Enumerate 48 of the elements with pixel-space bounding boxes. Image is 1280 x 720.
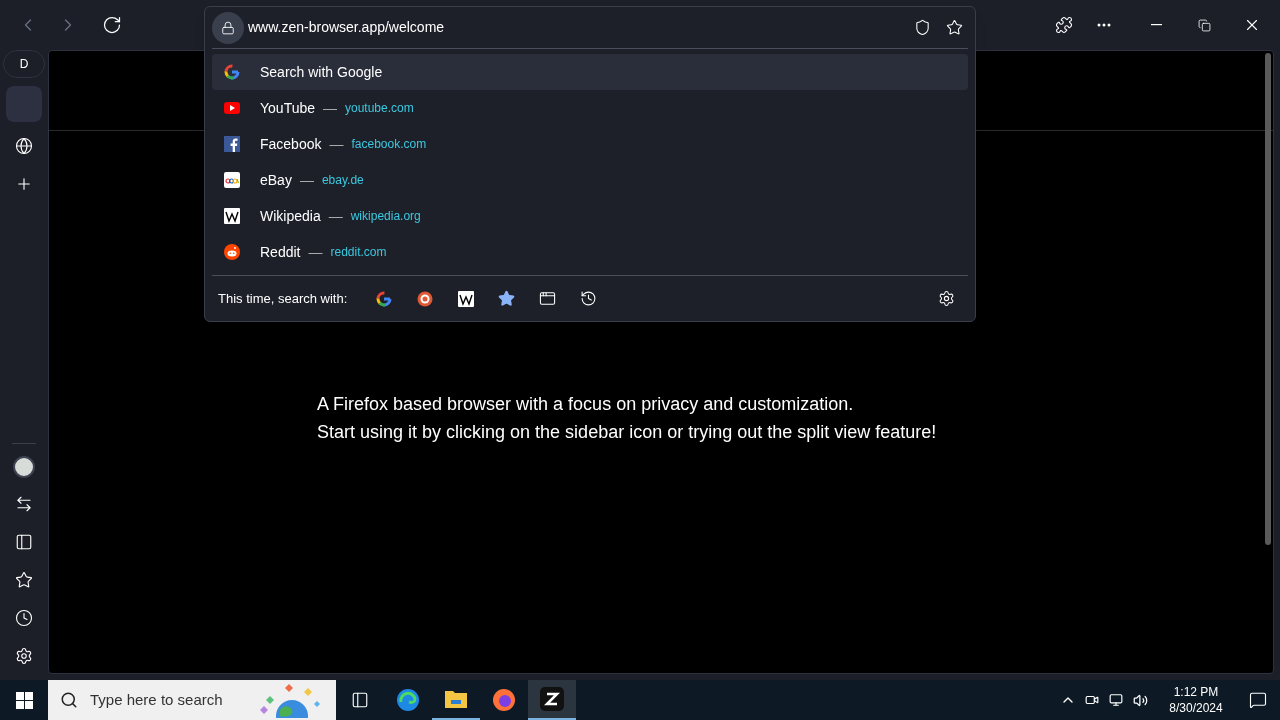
- windows-logo-icon: [15, 691, 33, 709]
- alien-logo-icon: [224, 244, 240, 260]
- ebay-logo-icon: [224, 172, 240, 188]
- suggestion-item[interactable]: YouTube — youtube.com: [212, 90, 968, 126]
- play-logo-icon: [224, 102, 240, 114]
- suggestion-item[interactable]: Reddit — reddit.com: [212, 234, 968, 270]
- history-icon: [580, 290, 598, 307]
- star-icon: [498, 290, 516, 307]
- shield-icon: [913, 19, 931, 36]
- search-icon: [60, 691, 78, 709]
- minimize-icon: [1150, 24, 1162, 26]
- taskbar-search-placeholder: Type here to search: [90, 689, 224, 710]
- suggestion-item[interactable]: Search with Google: [212, 54, 968, 90]
- star-icon: [945, 19, 963, 36]
- zen-taskbar-icon[interactable]: [528, 680, 576, 720]
- window-icon: [539, 290, 557, 307]
- puzzle-icon: [1055, 16, 1073, 34]
- plus-icon: [15, 175, 33, 193]
- intro-text: A Firefox based browser with a focus on privacy and customization.: [317, 393, 855, 416]
- settings-icon: [937, 290, 955, 307]
- f-logo-icon: [224, 136, 240, 152]
- lock-icon: [221, 20, 235, 35]
- more-icon: [1097, 23, 1111, 27]
- duck-logo-icon: [416, 290, 433, 307]
- task-view-icon: [351, 691, 369, 709]
- site-info-button[interactable]: [212, 11, 244, 44]
- profile-avatar[interactable]: [13, 456, 35, 478]
- settings-icon: [15, 647, 33, 665]
- w-logo-icon: [457, 290, 474, 307]
- star-icon: [15, 571, 33, 589]
- suggestion-item[interactable]: Facebook — facebook.com: [212, 126, 968, 162]
- clock[interactable]: 1:12 PM 8/30/2024: [1156, 680, 1236, 720]
- restore-icon: [1197, 18, 1211, 32]
- clock-icon: [15, 609, 33, 627]
- address-field[interactable]: www.zen-browser.app/welcome: [248, 17, 904, 38]
- google-logo-icon: [224, 64, 240, 80]
- reload-icon: [102, 15, 122, 35]
- notifications-icon: [1249, 691, 1267, 709]
- w-logo-icon: [224, 208, 240, 224]
- arrows-icon: [15, 495, 33, 513]
- search-with-label: This time, search with:: [218, 289, 348, 308]
- suggestion-item[interactable]: Wikipedia — wikipedia.org: [212, 198, 968, 234]
- sidebar-icon: [15, 533, 33, 551]
- intro-text: Start using it by clicking on the sidebar icon or trying out the split view feature!: [317, 421, 938, 444]
- suggestion-item[interactable]: eBay — ebay.de: [212, 162, 968, 198]
- taskbar-search-field[interactable]: Type here to search: [48, 680, 336, 720]
- globe-icon: [15, 137, 33, 155]
- google-logo-icon: [375, 290, 392, 307]
